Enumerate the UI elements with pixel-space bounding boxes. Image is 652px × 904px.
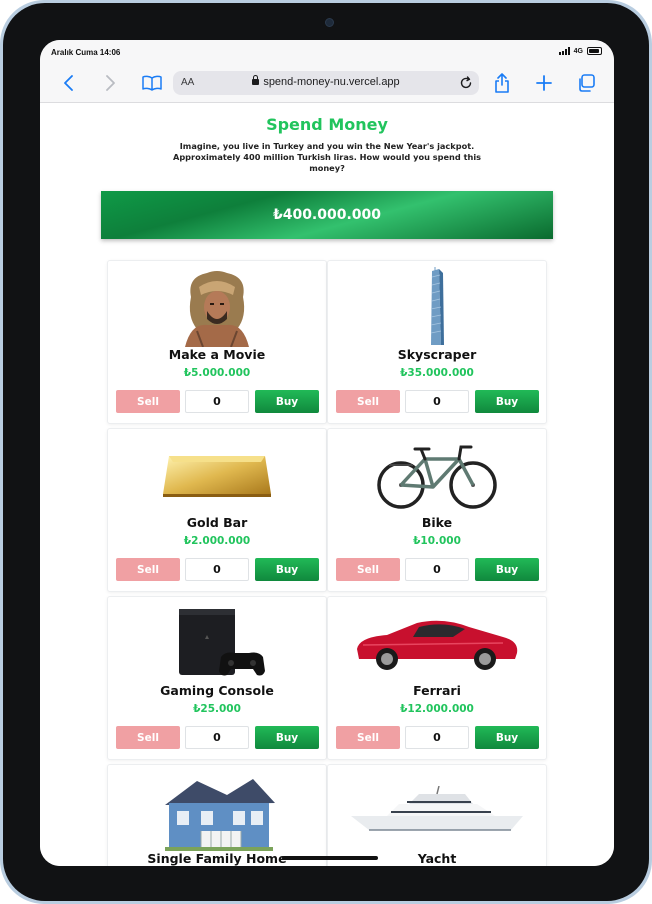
product-name: Bike [421,515,453,530]
new-tab-icon[interactable] [533,72,555,94]
product-card-ferrari: Ferrari ₺12.000.000 Sell 0 Buy [327,596,547,760]
product-card-yacht: Yacht [327,764,547,866]
product-name: Gold Bar [186,515,248,530]
product-price: ₺25.000 [193,703,241,715]
product-name: Ferrari [413,683,461,698]
sell-button[interactable]: Sell [116,390,180,413]
network-type: 4G [573,47,583,55]
back-icon[interactable] [58,72,80,94]
status-indicators: 4G [558,47,602,55]
house-image [108,769,326,853]
yacht-image [328,769,546,853]
gaming-console-image [108,601,326,685]
buy-button[interactable]: Buy [255,726,319,749]
url-text: spend-money-nu.vercel.app [263,76,400,88]
product-price: ₺35.000.000 [400,367,474,379]
sell-button[interactable]: Sell [116,726,180,749]
lock-icon [252,75,260,85]
buy-button[interactable]: Buy [255,558,319,581]
quantity-input[interactable]: 0 [405,390,469,413]
battery-icon [587,47,602,55]
page-subtitle: Imagine, you live in Turkey and you win … [172,141,481,173]
product-name: Skyscraper [397,347,477,362]
ferrari-image [328,601,546,685]
tabs-overview-icon[interactable] [575,72,597,94]
signal-icon [558,47,570,55]
balance-amount: ₺400.000.000 [272,207,382,223]
web-page: Spend Money Imagine, you live in Turkey … [40,103,614,866]
bookmarks-icon[interactable] [141,72,163,94]
browser-toolbar: AA spend-money-nu.vercel.app [40,66,614,103]
sell-button[interactable]: Sell [336,390,400,413]
gold-bar-image [108,433,326,517]
product-card-make-a-movie: Make a Movie ₺5.000.000 Sell 0 Buy [107,260,327,424]
product-card-gold-bar: Gold Bar ₺2.000.000 Sell 0 Buy [107,428,327,592]
quantity-input[interactable]: 0 [185,558,249,581]
address-bar[interactable]: AA spend-money-nu.vercel.app [173,71,479,95]
front-camera [325,18,334,27]
product-card-skyscraper: Skyscraper ₺35.000.000 Sell 0 Buy [327,260,547,424]
product-card-bike: Bike ₺10.000 Sell 0 Buy [327,428,547,592]
status-bar: Aralık Cuma 14:06 4G [40,40,614,66]
product-price: ₺10.000 [413,535,461,547]
page-title: Spend Money [266,115,388,134]
bike-image [328,433,546,517]
skyscraper-image [328,265,546,349]
quantity-input[interactable]: 0 [185,390,249,413]
url-display: spend-money-nu.vercel.app [173,75,479,88]
product-price: ₺2.000.000 [183,535,251,547]
sell-button[interactable]: Sell [336,558,400,581]
device-screen: Aralık Cuma 14:06 4G AA spend-money-nu.v… [40,40,614,866]
sell-button[interactable]: Sell [336,726,400,749]
product-card-single-family-home: Single Family Home [107,764,327,866]
reload-icon[interactable] [459,75,473,94]
lion-headdress-actor-image [108,265,326,349]
product-price: ₺5.000.000 [183,367,251,379]
product-name: Gaming Console [160,683,274,698]
sell-button[interactable]: Sell [116,558,180,581]
product-name: Make a Movie [168,347,266,362]
quantity-input[interactable]: 0 [185,726,249,749]
buy-button[interactable]: Buy [475,726,539,749]
forward-icon[interactable] [99,72,121,94]
balance-banner: ₺400.000.000 [101,191,553,239]
product-price: ₺12.000.000 [400,703,474,715]
buy-button[interactable]: Buy [475,558,539,581]
status-time: Aralık Cuma 14:06 [51,48,121,57]
buy-button[interactable]: Buy [475,390,539,413]
quantity-input[interactable]: 0 [405,558,469,581]
quantity-input[interactable]: 0 [405,726,469,749]
product-card-gaming-console: Gaming Console ₺25.000 Sell 0 Buy [107,596,327,760]
share-icon[interactable] [491,72,513,94]
buy-button[interactable]: Buy [255,390,319,413]
home-indicator[interactable] [282,856,378,860]
